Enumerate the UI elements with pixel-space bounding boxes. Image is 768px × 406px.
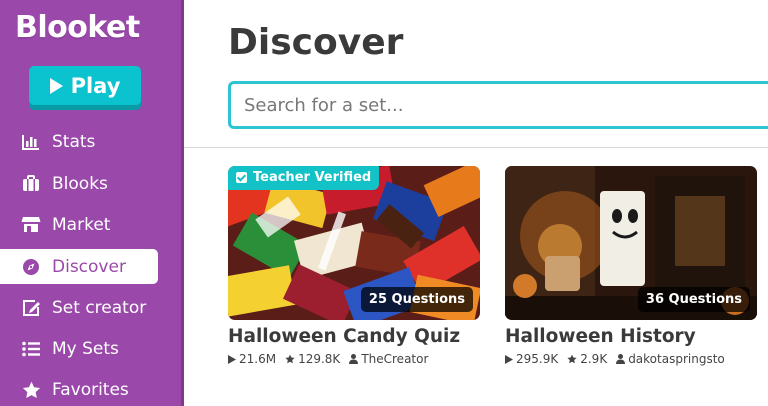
compass-icon [20,256,42,278]
sidebar-item-market[interactable]: Market [0,207,158,242]
blooks-icon [20,173,42,195]
user-icon [349,354,359,364]
sidebar-item-label: Market [52,214,111,235]
sidebar-item-favorites[interactable]: Favorites [0,372,158,406]
play-icon [49,78,63,94]
sidebar-item-label: Set creator [52,297,147,318]
play-icon [228,354,236,364]
blooket-logo[interactable]: Blooket [15,10,140,45]
sidebar-item-discover[interactable]: Discover [0,249,158,284]
sidebar-item-my-sets[interactable]: My Sets [0,331,158,366]
set-stats: 21.6M 129.8K TheCreator [228,352,480,366]
sidebar-item-label: Favorites [52,379,129,400]
sidebar: Blooket Play Stats Blooks Market Discove… [0,0,184,406]
star-icon [567,354,577,364]
star-icon [20,379,42,401]
checkbox-icon [236,172,247,183]
favorites-count: 129.8K [298,352,341,366]
set-card[interactable]: Teacher Verified 25 Questions Halloween … [228,166,480,366]
set-title: Halloween Candy Quiz [228,326,461,347]
sidebar-item-label: Discover [52,256,126,277]
sidebar-item-label: My Sets [52,338,119,359]
author-name[interactable]: dakotaspringsto [628,352,725,366]
sidebar-item-label: Stats [52,131,96,152]
sidebar-item-stats[interactable]: Stats [0,124,158,159]
user-icon [616,354,626,364]
plays-count: 21.6M [239,352,277,366]
set-thumbnail-halloween: 36 Questions [505,166,757,320]
sidebar-item-set-creator[interactable]: Set creator [0,290,158,325]
question-count-badge: 36 Questions [637,287,750,312]
play-button-label: Play [70,74,121,98]
question-count-badge: 25 Questions [360,287,473,312]
set-title: Halloween History [505,326,696,347]
search-input[interactable] [228,81,768,129]
set-card[interactable]: 36 Questions Halloween History 295.9K 2.… [505,166,757,366]
teacher-verified-badge: Teacher Verified [228,166,380,190]
divider [184,147,768,148]
play-icon [505,354,513,364]
list-icon [20,338,42,360]
star-icon [285,354,295,364]
sidebar-item-label: Blooks [52,173,108,194]
sidebar-item-blooks[interactable]: Blooks [0,166,158,201]
bar-chart-icon [20,131,42,153]
edit-icon [20,297,42,319]
play-button[interactable]: Play [29,66,141,110]
set-stats: 295.9K 2.9K dakotaspringsto [505,352,757,366]
set-thumbnail-candy: Teacher Verified 25 Questions [228,166,480,320]
page-title: Discover [228,22,404,63]
plays-count: 295.9K [516,352,559,366]
verified-label: Teacher Verified [253,170,372,185]
author-name[interactable]: TheCreator [361,352,428,366]
favorites-count: 2.9K [580,352,608,366]
store-icon [20,214,42,236]
